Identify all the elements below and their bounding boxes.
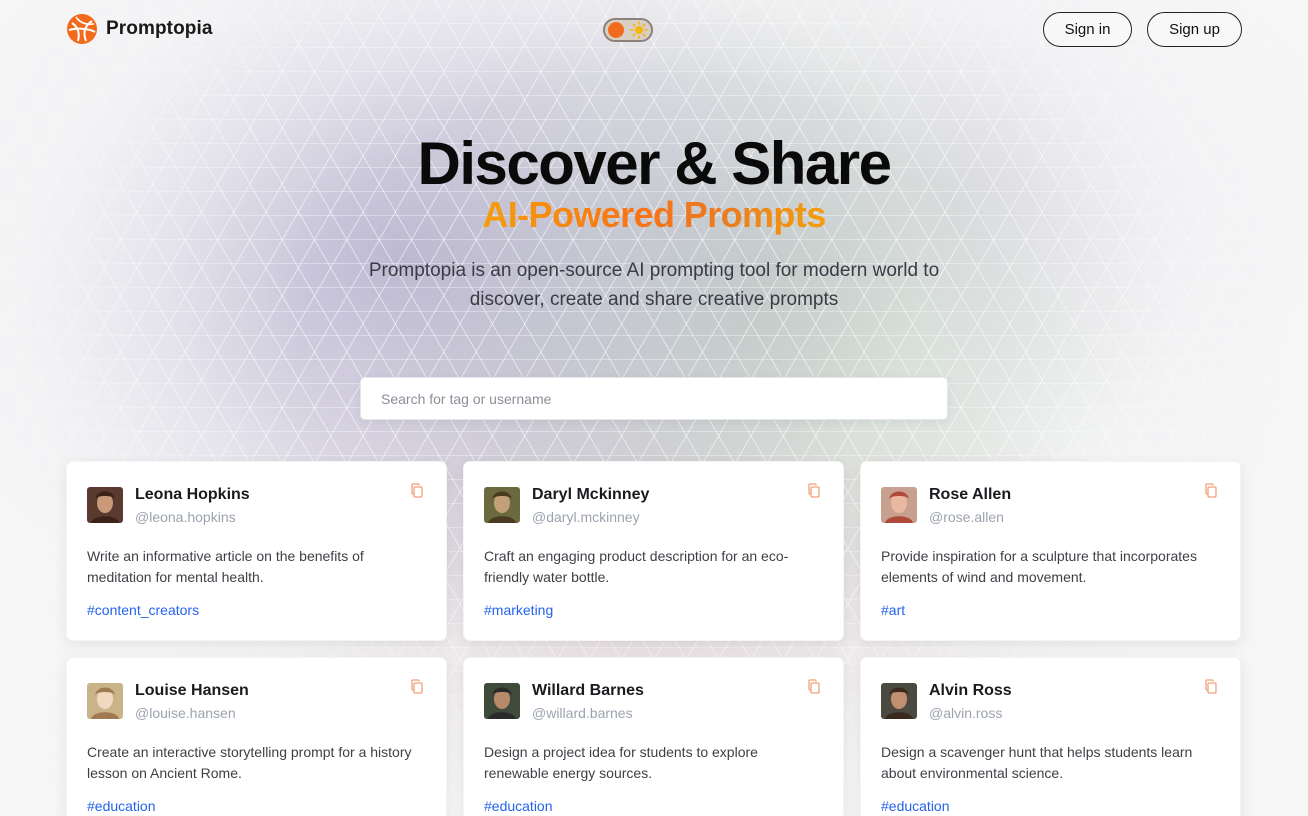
author-handle: @willard.barnes	[532, 705, 633, 721]
prompt-text: Craft an engaging product description fo…	[484, 548, 789, 585]
prompt-text: Write an informative article on the bene…	[87, 548, 364, 585]
prompt-card: Louise Hansen @louise.hansen Create an i…	[66, 657, 447, 816]
prompt-card: Rose Allen @rose.allen Provide inspirati…	[860, 461, 1241, 641]
author-name[interactable]: Daryl Mckinney	[532, 486, 649, 504]
prompt-card: Daryl Mckinney @daryl.mckinney Craft an …	[463, 461, 844, 641]
author-name[interactable]: Louise Hansen	[135, 682, 249, 700]
avatar	[87, 487, 123, 523]
copy-icon[interactable]	[1204, 483, 1218, 499]
copy-icon[interactable]	[1204, 679, 1218, 695]
author-handle: @alvin.ross	[929, 705, 1003, 721]
hero-subtitle: AI-Powered Prompts	[0, 194, 1308, 236]
prompt-tag[interactable]: #education	[87, 798, 156, 814]
top-nav: Promptopia Sign in Sign up	[0, 0, 1308, 60]
hero-title: Discover & Share	[417, 130, 892, 197]
copy-icon[interactable]	[807, 679, 821, 695]
avatar-photo-icon	[87, 683, 123, 719]
avatar	[484, 487, 520, 523]
prompt-text: Design a scavenger hunt that helps stude…	[881, 744, 1193, 781]
copy-icon[interactable]	[410, 679, 424, 695]
brand-logo-link[interactable]: Promptopia	[66, 13, 213, 45]
prompt-tag[interactable]: #education	[484, 798, 553, 814]
prompt-card: Leona Hopkins @leona.hopkins Write an in…	[66, 461, 447, 641]
prompt-text: Design a project idea for students to ex…	[484, 744, 758, 781]
prompt-card: Willard Barnes @willard.barnes Design a …	[463, 657, 844, 816]
sign-up-button[interactable]: Sign up	[1147, 12, 1242, 47]
avatar-photo-icon	[87, 487, 123, 523]
author-name[interactable]: Leona Hopkins	[135, 486, 250, 504]
avatar-photo-icon	[484, 683, 520, 719]
prompt-text: Provide inspiration for a sculpture that…	[881, 548, 1197, 585]
hero-subtitle-text: AI-Powered Prompts	[482, 194, 826, 235]
avatar	[484, 683, 520, 719]
author-handle: @louise.hansen	[135, 705, 236, 721]
avatar-photo-icon	[881, 487, 917, 523]
author-name[interactable]: Rose Allen	[929, 486, 1011, 504]
theme-toggle[interactable]	[603, 18, 653, 42]
prompt-text: Create an interactive storytelling promp…	[87, 744, 412, 781]
toggle-knob	[608, 22, 624, 38]
prompt-card: Alvin Ross @alvin.ross Design a scavenge…	[860, 657, 1241, 816]
prompt-tag[interactable]: #education	[881, 798, 950, 814]
author-name[interactable]: Alvin Ross	[929, 682, 1012, 700]
author-handle: @daryl.mckinney	[532, 509, 640, 525]
author-handle: @rose.allen	[929, 509, 1004, 525]
author-name[interactable]: Willard Barnes	[532, 682, 644, 700]
prompt-tag[interactable]: #marketing	[484, 602, 553, 618]
hero-description: Promptopia is an open-source AI promptin…	[368, 260, 940, 310]
copy-icon[interactable]	[410, 483, 424, 499]
avatar	[881, 487, 917, 523]
prompt-tag[interactable]: #content_creators	[87, 602, 199, 618]
brand-name: Promptopia	[106, 18, 213, 39]
copy-icon[interactable]	[807, 483, 821, 499]
sign-in-button[interactable]: Sign in	[1043, 12, 1132, 47]
avatar	[881, 683, 917, 719]
avatar-photo-icon	[881, 683, 917, 719]
sun-icon	[630, 21, 648, 39]
avatar	[87, 683, 123, 719]
author-handle: @leona.hopkins	[135, 509, 236, 525]
prompt-tag[interactable]: #art	[881, 602, 905, 618]
avatar-photo-icon	[484, 487, 520, 523]
promptopia-logo-icon	[67, 14, 97, 44]
search-input[interactable]	[360, 377, 948, 420]
